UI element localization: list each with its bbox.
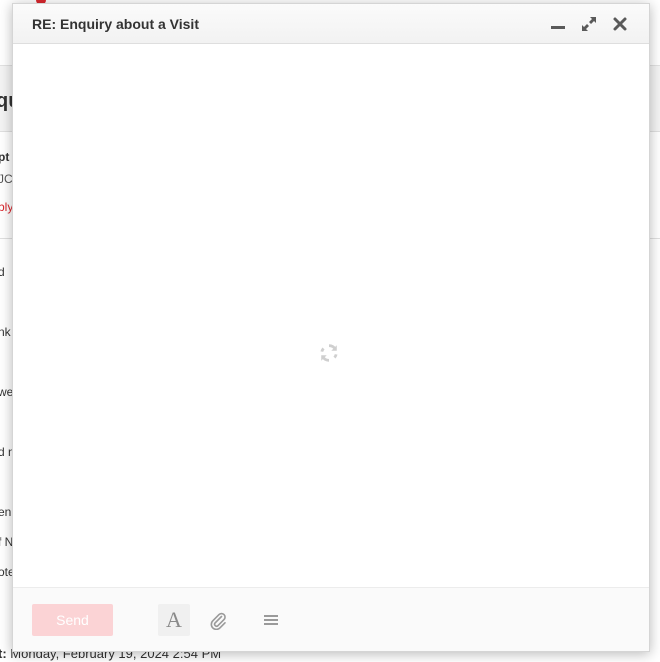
attach-button[interactable] [202,604,234,636]
sent-label: t: [0,646,7,661]
expand-button[interactable] [578,13,600,35]
minimize-button[interactable] [547,13,569,35]
expand-icon [582,16,596,31]
minimize-icon [551,25,565,29]
format-text-button[interactable]: A [158,604,190,636]
compose-header: RE: Enquiry about a Visit [13,4,649,44]
background-text-fragment: d [0,265,5,279]
format-text-icon: A [166,607,182,632]
background-text-fragment: pt [0,150,10,164]
paperclip-icon [210,612,226,630]
more-options-button[interactable] [255,604,287,636]
compose-body [13,44,649,587]
compose-footer: Send A [13,587,649,651]
background-text-fragment: JC [0,172,13,186]
background-text-fragment: nk [0,325,11,339]
more-options-icon [264,615,278,625]
send-button[interactable]: Send [32,604,113,636]
close-button[interactable] [609,13,631,35]
background-text-fragment: en [0,505,12,519]
compose-title: RE: Enquiry about a Visit [32,15,199,32]
refresh-spinner-icon [320,344,338,362]
close-icon [613,17,627,30]
compose-window: RE: Enquiry about a Visit Send A [12,3,650,652]
